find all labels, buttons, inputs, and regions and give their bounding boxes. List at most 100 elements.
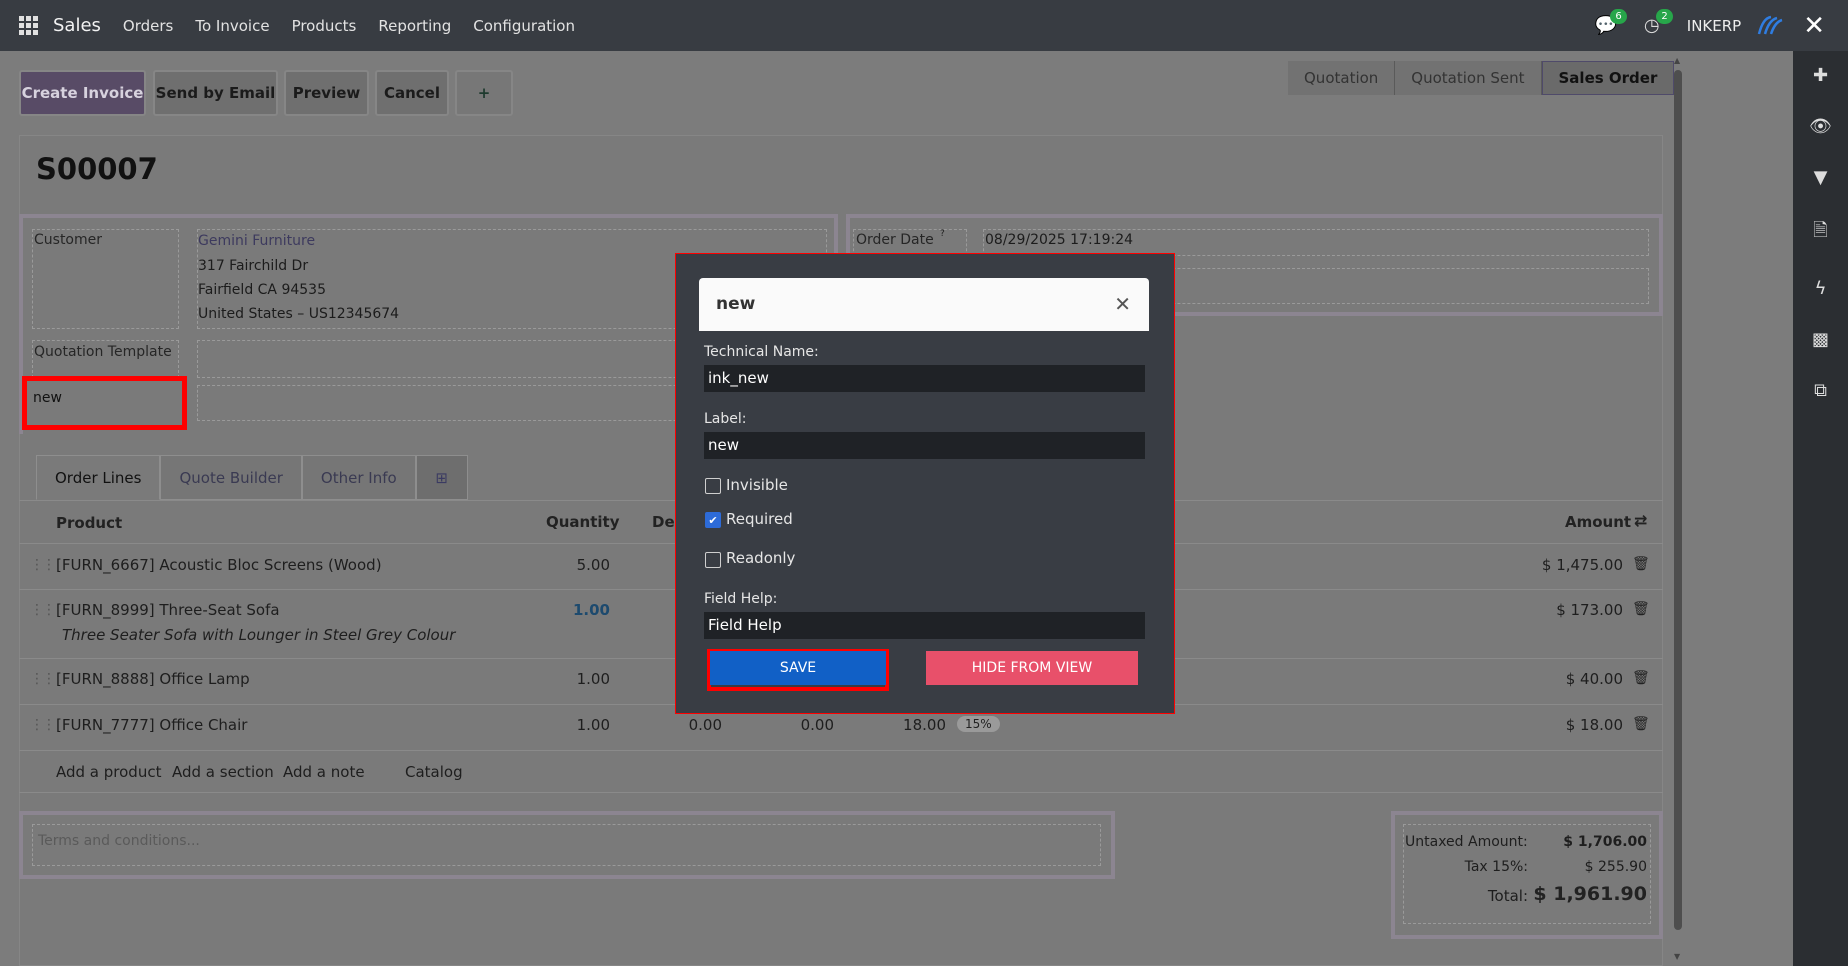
scrollbar-thumb[interactable] — [1674, 70, 1682, 930]
company-name[interactable]: INKERP — [1687, 17, 1741, 35]
line-product[interactable]: [FURN_7777] Office Chair — [56, 716, 247, 734]
trash-icon[interactable]: 🗑 — [1632, 716, 1650, 732]
save-button[interactable]: SAVE — [710, 651, 886, 685]
menu-products[interactable]: Products — [292, 17, 357, 35]
customer-label: Customer — [34, 232, 103, 248]
new-field-label[interactable]: new — [33, 390, 62, 406]
readonly-checkbox[interactable] — [705, 552, 721, 568]
technical-name-input[interactable]: ink_new — [704, 365, 1145, 392]
app-name[interactable]: Sales — [53, 15, 101, 36]
line-description[interactable]: Three Seater Sofa with Lounger in Steel … — [62, 626, 455, 644]
line-product[interactable]: [FURN_6667] Acoustic Bloc Screens (Wood) — [56, 556, 382, 574]
menu-reporting[interactable]: Reporting — [378, 17, 451, 35]
drag-handle-icon[interactable]: ⋮⋮ — [30, 602, 56, 618]
robot-icon[interactable]: ▩ — [1809, 329, 1833, 350]
readonly-label[interactable]: Readonly — [726, 549, 795, 567]
line-product[interactable]: [FURN_8999] Three-Seat Sofa — [56, 601, 280, 619]
tab-order-lines[interactable]: Order Lines — [36, 455, 161, 500]
tax-badge[interactable]: 15% — [957, 716, 1000, 732]
dialog-title: new — [716, 294, 756, 314]
activity-clock-icon[interactable]: ◷ 2 — [1641, 8, 1673, 37]
tax-amount: $ 255.90 — [1584, 859, 1647, 875]
scroll-up-icon[interactable]: ▲ — [1674, 56, 1680, 65]
technical-name-label: Technical Name: — [704, 344, 819, 360]
invisible-label[interactable]: Invisible — [726, 476, 788, 494]
status-sales-order[interactable]: Sales Order — [1541, 61, 1675, 95]
add-section-link[interactable]: Add a section — [172, 763, 274, 781]
customer-address-line2: Fairfield CA 94535 — [198, 282, 326, 298]
catalog-link[interactable]: Catalog — [405, 763, 463, 781]
eye-icon[interactable]: 👁 — [1809, 116, 1833, 137]
lightning-icon[interactable]: ϟ — [1809, 278, 1833, 299]
send-by-email-button[interactable]: Send by Email — [153, 70, 278, 116]
field-help-input[interactable]: Field Help — [704, 612, 1145, 639]
drag-handle-icon[interactable]: ⋮⋮ — [30, 671, 56, 687]
tab-other-info[interactable]: Other Info — [301, 455, 416, 500]
quotation-template-label: Quotation Template — [34, 344, 172, 360]
col-quantity[interactable]: Quantity — [546, 513, 620, 531]
trash-icon[interactable]: 🗑 — [1632, 556, 1650, 572]
label-input[interactable]: new — [704, 432, 1145, 459]
line-amount: $ 40.00 — [1565, 670, 1623, 688]
col-product[interactable]: Product — [56, 514, 122, 532]
required-checkbox[interactable]: ✔ — [705, 512, 721, 528]
status-quotation-sent[interactable]: Quotation Sent — [1395, 61, 1542, 95]
order-date-value[interactable]: 08/29/2025 17:19:24 — [985, 232, 1133, 248]
status-quotation[interactable]: Quotation — [1288, 61, 1396, 95]
drag-handle-icon[interactable]: ⋮⋮ — [30, 717, 56, 733]
hide-from-view-button[interactable]: HIDE FROM VIEW — [926, 651, 1138, 685]
create-invoice-button[interactable]: Create Invoice — [19, 70, 146, 116]
field-properties-dialog: new ✕ Technical Name: ink_new Label: new… — [676, 254, 1174, 713]
add-button[interactable]: + — [455, 70, 513, 116]
drag-handle-icon[interactable]: ⋮⋮ — [30, 557, 56, 573]
required-label[interactable]: Required — [726, 510, 793, 528]
scroll-down-icon[interactable]: ▼ — [1674, 952, 1680, 961]
company-logo-icon — [1757, 15, 1783, 34]
line-product[interactable]: [FURN_8888] Office Lamp — [56, 670, 250, 688]
status-bar: Quotation Quotation Sent Sales Order — [1288, 61, 1675, 95]
add-tab-icon[interactable]: ⊞ — [415, 455, 468, 500]
windows-icon[interactable]: ⧉ — [1809, 380, 1833, 401]
line-quantity[interactable]: 1.00 — [540, 601, 610, 619]
untaxed-amount: $ 1,706.00 — [1563, 834, 1647, 850]
customer-address-line1: 317 Fairchild Dr — [198, 258, 309, 274]
apps-menu-icon[interactable] — [19, 15, 39, 36]
line-quantity[interactable]: 5.00 — [540, 556, 610, 574]
menu-to-invoice[interactable]: To Invoice — [195, 17, 269, 35]
line-quantity[interactable]: 1.00 — [540, 670, 610, 688]
cancel-button[interactable]: Cancel — [375, 70, 449, 116]
studio-sidebar: ✚ 👁 ▼ 🗎 ϟ ▩ ⧉ — [1793, 51, 1848, 966]
label-field-label: Label: — [704, 411, 747, 427]
document-icon[interactable]: 🗎 — [1809, 218, 1833, 248]
dialog-header: new ✕ — [699, 278, 1149, 331]
col-amount[interactable]: Amount — [1565, 513, 1631, 531]
line-unit-price[interactable]: 18.00 — [884, 716, 946, 734]
customer-name-link[interactable]: Gemini Furniture — [198, 233, 315, 249]
invisible-checkbox[interactable] — [705, 478, 721, 494]
main-menu: Orders To Invoice Products Reporting Con… — [123, 17, 575, 35]
menu-orders[interactable]: Orders — [123, 17, 173, 35]
line-quantity[interactable]: 1.00 — [540, 716, 610, 734]
order-date-label: Order Date — [856, 232, 934, 248]
trash-icon[interactable]: 🗑 — [1632, 601, 1650, 617]
chat-count-badge: 6 — [1610, 8, 1627, 24]
page-scrollbar[interactable]: ▲ ▼ — [1674, 56, 1682, 966]
trash-icon[interactable]: 🗑 — [1632, 670, 1650, 686]
column-settings-icon[interactable]: ⇄ — [1634, 511, 1647, 530]
close-icon[interactable]: ✕ — [1114, 292, 1131, 316]
plus-icon[interactable]: ✚ — [1809, 65, 1833, 86]
tab-quote-builder[interactable]: Quote Builder — [160, 455, 302, 500]
filter-icon[interactable]: ▼ — [1809, 167, 1833, 188]
close-icon[interactable]: ✕ — [1803, 11, 1825, 41]
chat-icon[interactable]: 💬 6 — [1595, 8, 1627, 37]
table-divider — [19, 792, 1663, 793]
add-product-link[interactable]: Add a product — [56, 763, 161, 781]
preview-button[interactable]: Preview — [284, 70, 369, 116]
menu-configuration[interactable]: Configuration — [473, 17, 575, 35]
line-delivered[interactable]: 0.00 — [660, 716, 722, 734]
order-date-help-icon[interactable]: ? — [940, 229, 945, 239]
add-note-link[interactable]: Add a note — [283, 763, 365, 781]
total-amount: $ 1,961.90 — [1533, 883, 1647, 905]
activity-count-badge: 2 — [1656, 8, 1673, 24]
terms-placeholder[interactable]: Terms and conditions... — [38, 833, 200, 849]
